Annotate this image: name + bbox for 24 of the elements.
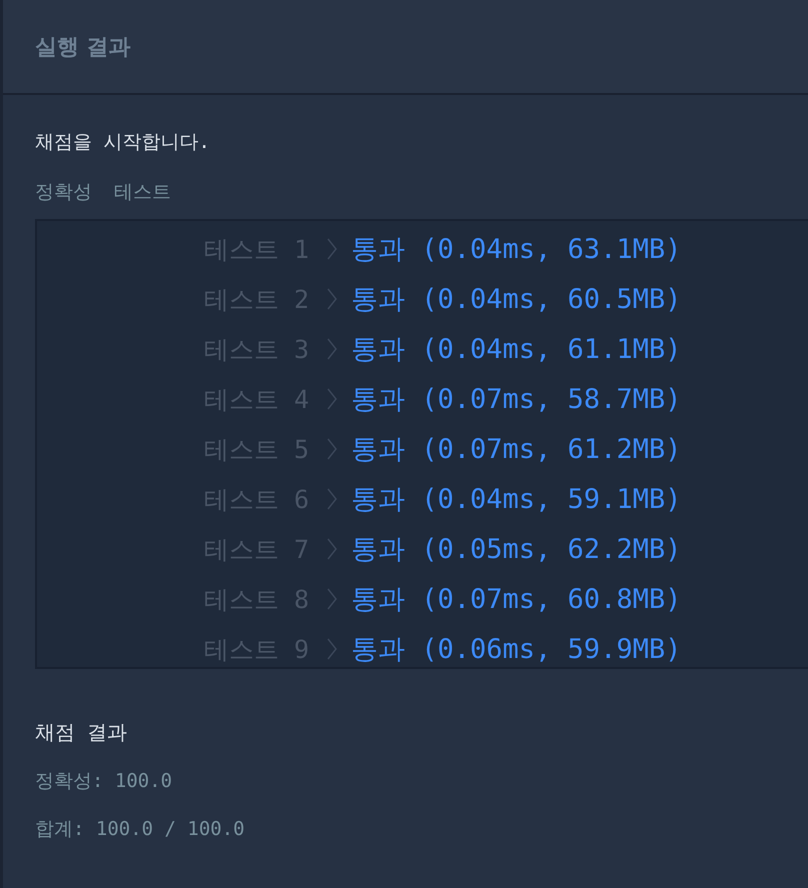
test-result: 통과 (0.07ms, 61.2MB) [351,433,682,467]
chevron-icon [327,388,337,410]
summary-line: 합계: 100.0 / 100.0 [35,817,246,842]
chevron-icon [327,288,337,310]
start-message: 채점을 시작합니다. [35,130,211,155]
summary-line: 정확성: 100.0 [35,769,174,794]
chevron-icon [327,438,337,460]
test-result: 통과 (0.05ms, 62.2MB) [351,533,682,567]
test-result: 통과 (0.06ms, 59.9MB) [351,633,682,667]
test-result: 통과 (0.04ms, 61.1MB) [351,333,682,367]
chevron-icon [327,638,337,660]
test-result: 통과 (0.04ms, 60.5MB) [351,283,682,317]
chevron-icon [327,238,337,260]
group-label: 정확성 테스트 [35,180,172,205]
test-result: 통과 (0.04ms, 63.1MB) [351,233,682,267]
chevron-icon [327,338,337,360]
test-result: 통과 (0.04ms, 59.1MB) [351,483,682,517]
chevron-icon [327,538,337,560]
test-result: 통과 (0.07ms, 60.8MB) [351,583,682,617]
summary-title: 채점 결과 [35,719,128,746]
test-result: 통과 (0.07ms, 58.7MB) [351,383,682,417]
chevron-icon [327,588,337,610]
panel-title: 실행 결과 [35,34,131,62]
chevron-icon [327,488,337,510]
